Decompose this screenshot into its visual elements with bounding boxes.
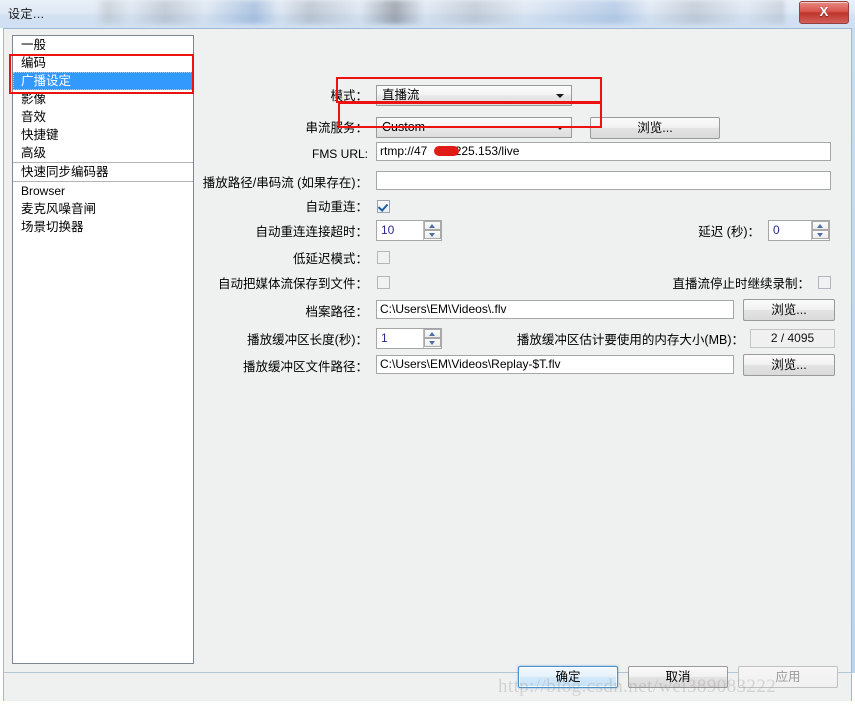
stream-service-select-value: Custom — [382, 120, 426, 134]
chevron-down-icon — [556, 126, 564, 130]
file-path-input[interactable]: C:\Users\EM\Videos\.flv — [376, 300, 734, 319]
buffer-length-label: 播放缓冲区长度(秒)： — [247, 333, 368, 347]
delay-seconds-stepper[interactable]: 0 — [768, 220, 830, 241]
stepper-up-icon[interactable] — [424, 221, 441, 230]
mode-select[interactable]: 直播流 — [376, 85, 572, 106]
auto-reconnect-checkbox[interactable] — [377, 200, 390, 213]
settings-category-list[interactable]: 一般 编码 广播设定 影像 音效 快捷键 高级 快速同步编码器 Browser 麦克风噪音闸 场景切… — [12, 35, 194, 664]
stepper-up-icon[interactable] — [424, 329, 441, 338]
fms-url-prefix: rtmp://47 — [380, 144, 428, 158]
dialog-frame: 一般 编码 广播设定 影像 音效 快捷键 高级 快速同步编码器 Browser 麦克风噪音闸 场景切… — [3, 28, 852, 701]
fms-url-suffix: .225.153/live — [451, 144, 520, 158]
stream-service-label: 串流服务： — [305, 121, 368, 135]
mode-select-value: 直播流 — [382, 88, 420, 102]
sidebar-item-0[interactable]: 一般 — [13, 36, 193, 54]
sidebar-item-2[interactable]: 广播设定 — [13, 72, 193, 90]
reconnect-timeout-value: 10 — [381, 223, 395, 237]
buffer-file-path-input[interactable]: C:\Users\EM\Videos\Replay-$T.flv — [376, 355, 734, 374]
buffer-length-stepper[interactable]: 1 — [376, 328, 442, 349]
reconnect-timeout-stepper-buttons[interactable] — [423, 221, 441, 240]
close-icon[interactable]: X — [799, 1, 849, 24]
stream-service-select[interactable]: Custom — [376, 117, 572, 138]
stream-service-browse-button[interactable]: 浏览... — [590, 117, 720, 139]
ok-button[interactable]: 确定 — [518, 666, 618, 688]
sidebar-item-6[interactable]: 高级 — [13, 144, 193, 162]
dialog-button-bar: 确定 取消 应用 — [4, 666, 851, 701]
stepper-down-icon[interactable] — [812, 230, 829, 239]
mode-label: 模式： — [330, 89, 368, 103]
buffer-length-stepper-buttons[interactable] — [423, 329, 441, 348]
sidebar-item-3[interactable]: 影像 — [13, 90, 193, 108]
play-path-input[interactable] — [376, 171, 831, 190]
keep-recording-label: 直播流停止时继续录制： — [672, 277, 810, 291]
reconnect-timeout-stepper[interactable]: 10 — [376, 220, 442, 241]
chevron-down-icon — [556, 94, 564, 98]
sidebar-item-10[interactable]: 场景切换器 — [13, 218, 193, 236]
buffer-memory-value: 2 / 4095 — [750, 329, 835, 348]
cancel-button[interactable]: 取消 — [628, 666, 728, 688]
dialog-body: 一般 编码 广播设定 影像 音效 快捷键 高级 快速同步编码器 Browser 麦克风噪音闸 场景切… — [4, 29, 851, 701]
buffer-memory-label: 播放缓冲区估计要使用的内存大小(MB)： — [516, 333, 744, 347]
keep-recording-checkbox[interactable] — [818, 276, 831, 289]
low-latency-checkbox[interactable] — [377, 251, 390, 264]
sidebar-item-1[interactable]: 编码 — [13, 54, 193, 72]
auto-save-stream-checkbox[interactable] — [377, 276, 390, 289]
auto-reconnect-label: 自动重连： — [305, 200, 368, 214]
sidebar-item-7[interactable]: 快速同步编码器 — [13, 162, 193, 182]
buffer-length-value: 1 — [381, 331, 388, 345]
sidebar-item-4[interactable]: 音效 — [13, 108, 193, 126]
sidebar-item-8[interactable]: Browser — [13, 182, 193, 200]
apply-button: 应用 — [738, 666, 838, 688]
title-bar: 设定... X — [0, 0, 855, 28]
close-glyph: X — [819, 4, 829, 19]
low-latency-label: 低延迟模式： — [292, 252, 368, 266]
broadcast-settings-form: 模式： 直播流 串流服务： Custom 浏览... FMS URL: rtmp… — [200, 35, 845, 664]
blurred-background-window — [95, 0, 785, 24]
reconnect-timeout-label: 自动重连连接超时： — [255, 225, 368, 239]
sidebar-item-5[interactable]: 快捷键 — [13, 126, 193, 144]
redaction-mark — [434, 146, 459, 156]
auto-save-stream-label: 自动把媒体流保存到文件： — [217, 277, 368, 291]
sidebar-item-9[interactable]: 麦克风噪音闸 — [13, 200, 193, 218]
buffer-file-path-label: 播放缓冲区文件路径： — [242, 360, 368, 374]
fms-url-label: FMS URL: — [311, 147, 368, 161]
delay-seconds-value: 0 — [773, 223, 780, 237]
buffer-file-path-browse-button[interactable]: 浏览... — [743, 354, 835, 376]
stepper-down-icon[interactable] — [424, 338, 441, 347]
file-path-browse-button[interactable]: 浏览... — [743, 299, 835, 321]
stepper-down-icon[interactable] — [424, 230, 441, 239]
window-title: 设定... — [8, 7, 45, 21]
delay-seconds-label: 延迟 (秒)： — [698, 225, 760, 239]
file-path-label: 档案路径： — [305, 305, 368, 319]
stepper-up-icon[interactable] — [812, 221, 829, 230]
settings-window: 设定... X 一般 编码 广播设定 影像 音效 快捷键 高级 快速同步编码器 Browser 麦… — [0, 0, 855, 704]
delay-seconds-stepper-buttons[interactable] — [811, 221, 829, 240]
play-path-label: 播放路径/串码流 (如果存在)： — [202, 176, 368, 190]
